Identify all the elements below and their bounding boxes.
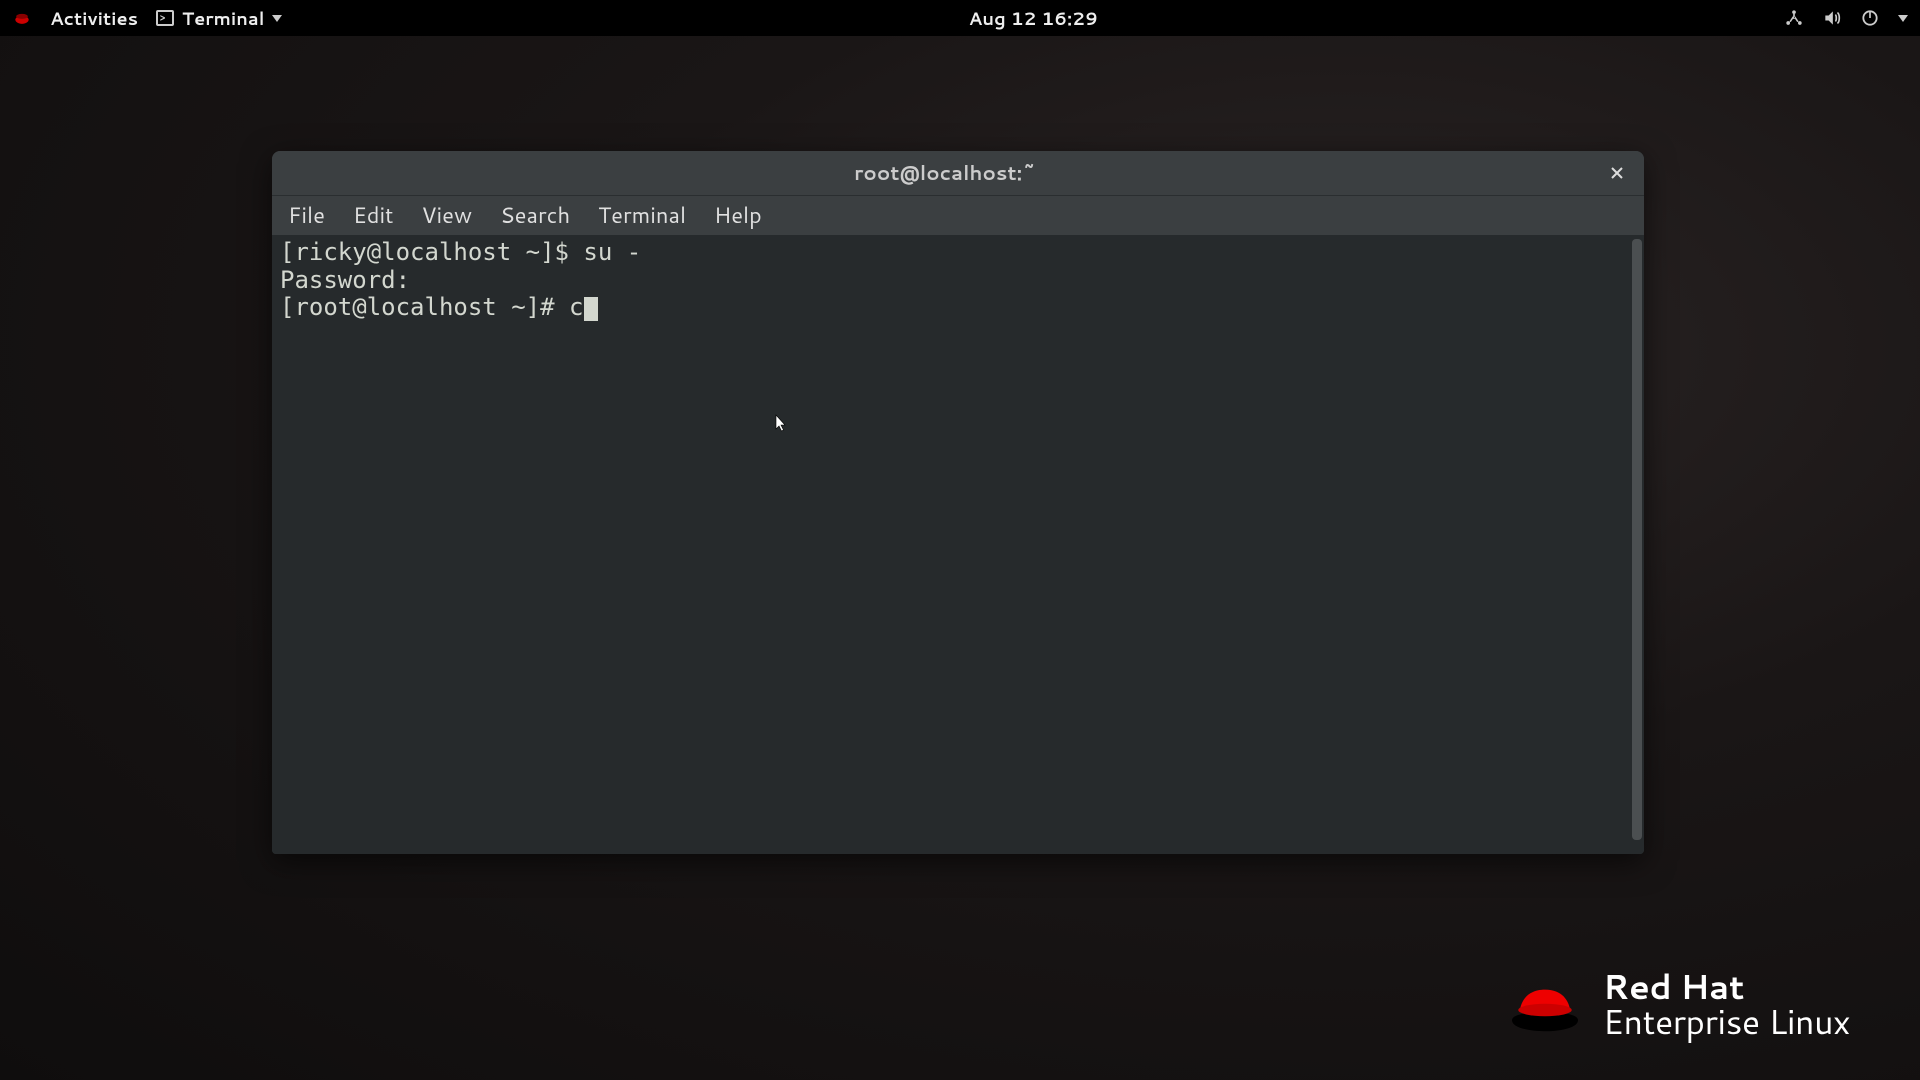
current-app-indicator[interactable]: Terminal xyxy=(156,5,282,31)
menu-edit[interactable]: Edit xyxy=(353,200,394,231)
menu-file[interactable]: File xyxy=(288,200,325,231)
terminal-line: [root@localhost ~]# c xyxy=(280,294,1636,322)
redhat-logo-icon xyxy=(1505,977,1585,1032)
volume-icon xyxy=(1822,8,1842,28)
close-icon xyxy=(1609,165,1625,181)
menubar: File Edit View Search Terminal Help xyxy=(272,195,1644,235)
menu-terminal[interactable]: Terminal xyxy=(598,200,686,231)
activities-button[interactable]: Activities xyxy=(50,5,138,31)
status-area[interactable] xyxy=(1784,8,1908,28)
desktop: root@localhost:~ File Edit View Search T… xyxy=(0,36,1920,1080)
text-cursor xyxy=(584,297,598,321)
brand-line2: Enterprise Linux xyxy=(1603,1004,1850,1040)
distro-logo-icon xyxy=(12,8,32,28)
window-titlebar[interactable]: root@localhost:~ xyxy=(272,151,1644,195)
menu-search[interactable]: Search xyxy=(500,200,570,231)
terminal-icon xyxy=(156,10,174,26)
current-app-name: Terminal xyxy=(182,5,264,31)
gnome-topbar: Activities Terminal Aug 12 16:29 xyxy=(0,0,1920,36)
power-icon xyxy=(1860,8,1880,28)
terminal-line: Password: xyxy=(280,267,1636,295)
network-icon xyxy=(1784,8,1804,28)
menu-help[interactable]: Help xyxy=(714,200,762,231)
chevron-down-icon xyxy=(1898,15,1908,22)
chevron-down-icon xyxy=(272,15,282,22)
rhel-branding: Red Hat Enterprise Linux xyxy=(1505,969,1850,1040)
close-button[interactable] xyxy=(1604,160,1630,186)
terminal-window: root@localhost:~ File Edit View Search T… xyxy=(272,151,1644,854)
menu-view[interactable]: View xyxy=(421,200,472,231)
window-title: root@localhost:~ xyxy=(286,159,1604,187)
terminal-output[interactable]: [ricky@localhost ~]$ su -Password:[root@… xyxy=(272,235,1644,854)
scrollbar[interactable] xyxy=(1632,239,1642,840)
terminal-line: [ricky@localhost ~]$ su - xyxy=(280,239,1636,267)
clock[interactable]: Aug 12 16:29 xyxy=(282,5,1784,31)
